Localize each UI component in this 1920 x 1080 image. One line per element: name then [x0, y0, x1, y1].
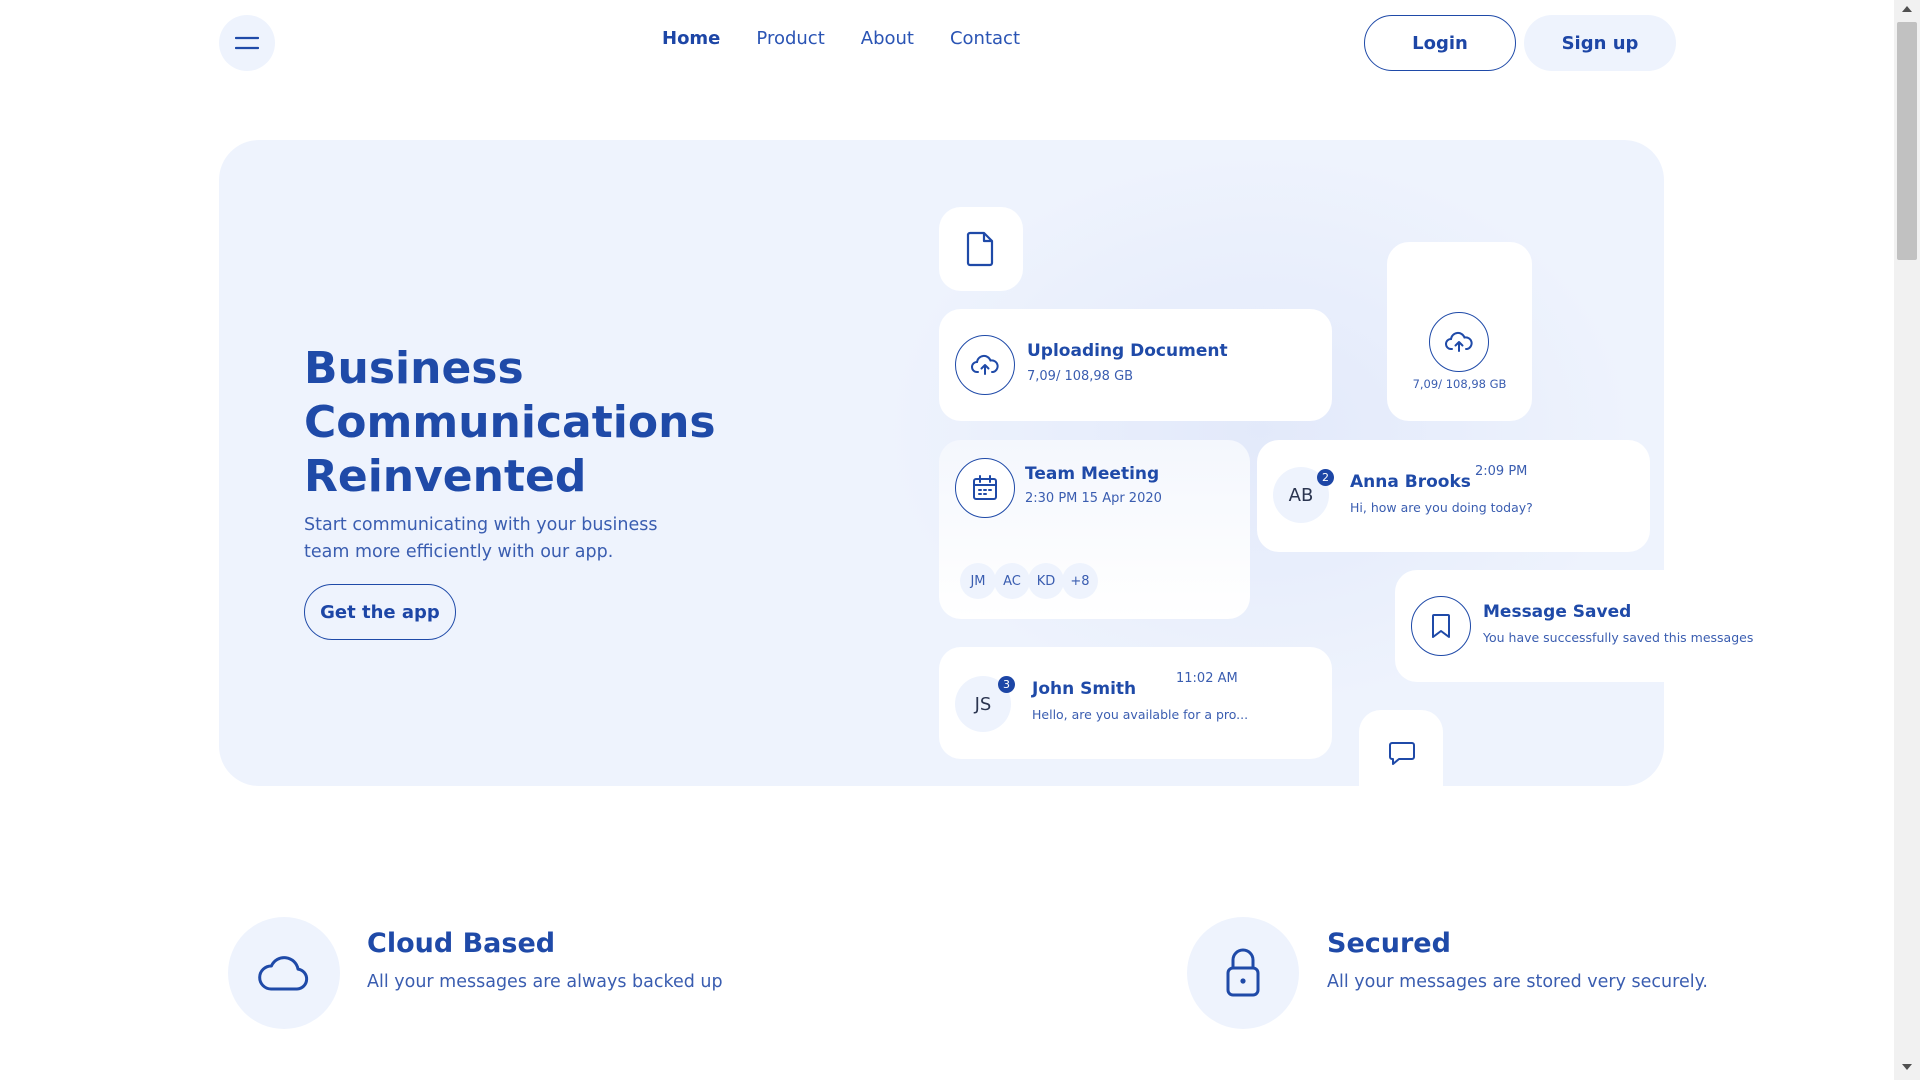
upload-small-progress: 7,09/ 108,98 GB: [1412, 377, 1507, 391]
nav-home[interactable]: Home: [662, 28, 720, 49]
hero-subtitle-line: Start communicating with your business: [304, 515, 658, 535]
meeting-card[interactable]: Team Meeting 2:30 PM 15 Apr 2020 JM AC K…: [939, 440, 1250, 619]
feature-secured-circle: [1187, 917, 1299, 1029]
nav-product[interactable]: Product: [756, 28, 824, 49]
chat-message: Hi, how are you doing today?: [1350, 500, 1533, 515]
signup-button[interactable]: Sign up: [1524, 15, 1676, 71]
saved-message: You have successfully saved this message…: [1483, 630, 1754, 645]
attendee-avatar: JM: [960, 563, 996, 599]
upload-small-icon-ring: [1429, 312, 1489, 372]
hero-title-line: Communications: [304, 397, 716, 448]
hero-title-line: Business: [304, 343, 524, 394]
get-app-button[interactable]: Get the app: [304, 584, 456, 640]
feature-title: Cloud Based: [367, 928, 556, 959]
nav-contact[interactable]: Contact: [950, 28, 1020, 49]
meeting-time: 2:30 PM 15 Apr 2020: [1025, 491, 1162, 506]
menu-button[interactable]: [219, 15, 275, 71]
file-card[interactable]: [939, 207, 1023, 291]
calendar-icon: [973, 475, 997, 500]
chat-time: 2:09 PM: [1475, 464, 1528, 479]
meeting-title: Team Meeting: [1025, 464, 1160, 484]
upload-progress: 7,09/ 108,98 GB: [1027, 369, 1134, 384]
file-icon: [966, 231, 994, 267]
scroll-up-arrow-icon[interactable]: [1902, 6, 1912, 12]
nav-about[interactable]: About: [861, 28, 914, 49]
unread-badge: 2: [1317, 469, 1334, 486]
upload-title: Uploading Document: [1027, 341, 1228, 361]
upload-card[interactable]: Uploading Document 7,09/ 108,98 GB: [939, 309, 1332, 421]
bookmark-icon-ring: [1411, 596, 1471, 656]
upload-small-card[interactable]: 7,09/ 108,98 GB: [1387, 242, 1532, 421]
feature-text: All your messages are stored very secure…: [1327, 972, 1708, 992]
cloud-upload-icon: [1445, 331, 1473, 352]
main-nav: Home Product About Contact: [662, 28, 1020, 49]
chat-message: Hello, are you available for a pro...: [1032, 707, 1249, 722]
chat-card-john[interactable]: JS 3 John Smith 11:02 AM Hello, are you …: [939, 647, 1332, 759]
upload-icon-ring: [955, 335, 1015, 395]
attendee-avatar: KD: [1028, 563, 1064, 599]
hamburger-icon: [235, 36, 259, 50]
saved-title: Message Saved: [1483, 602, 1632, 622]
message-saved-card[interactable]: Message Saved You have successfully save…: [1395, 570, 1753, 682]
chat-bubble-icon: [1389, 742, 1415, 765]
chat-name: John Smith: [1032, 679, 1137, 699]
unread-badge: 3: [998, 676, 1015, 693]
cloud-icon: [258, 956, 309, 991]
hero-subtitle-line: team more efficiently with our app.: [304, 542, 614, 562]
meeting-icon-ring: [955, 458, 1015, 518]
feature-text: All your messages are always backed up: [367, 972, 723, 992]
cloud-upload-icon: [971, 354, 999, 375]
feature-title: Secured: [1327, 928, 1451, 959]
bookmark-icon: [1432, 614, 1450, 638]
chat-bubble-card[interactable]: [1359, 710, 1443, 786]
hero-title-line: Reinvented: [304, 451, 587, 502]
chat-name: Anna Brooks: [1350, 472, 1471, 492]
chat-time: 11:02 AM: [1176, 671, 1238, 686]
scrollbar-thumb[interactable]: [1897, 22, 1917, 260]
hero-subtitle: Start communicating with your business t…: [304, 512, 664, 566]
login-button[interactable]: Login: [1364, 15, 1516, 71]
hero-title: Business Communications Reinvented: [304, 342, 744, 504]
chat-card-anna[interactable]: AB 2 Anna Brooks 2:09 PM Hi, how are you…: [1257, 440, 1650, 552]
lock-icon: [1226, 948, 1260, 997]
attendee-more: +8: [1062, 563, 1098, 599]
attendee-avatar: AC: [994, 563, 1030, 599]
scroll-down-arrow-icon[interactable]: [1902, 1064, 1912, 1070]
feature-cloud-circle: [228, 917, 340, 1029]
